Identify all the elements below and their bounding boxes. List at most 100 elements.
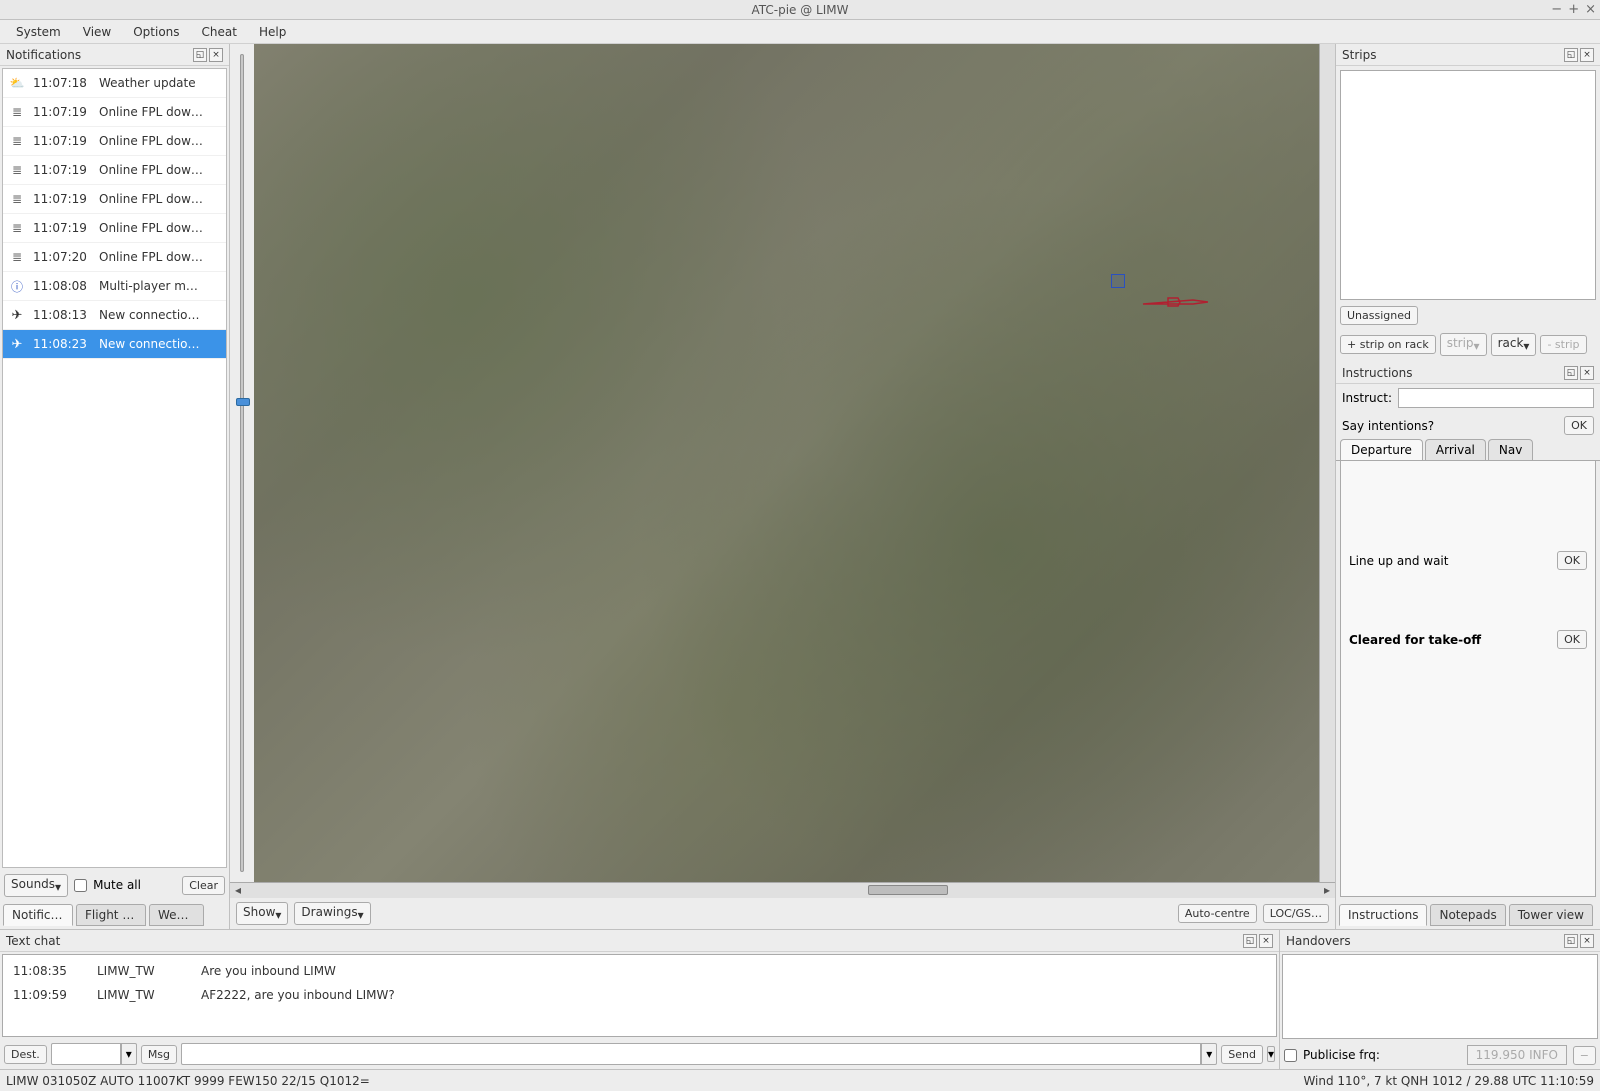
zoom-slider[interactable] [230, 44, 254, 882]
add-strip-button[interactable]: + strip on rack [1340, 335, 1436, 354]
notification-row[interactable]: 11:07:18Weather update [3, 69, 226, 98]
notification-row[interactable]: 11:07:19Online FPL dow… [3, 156, 226, 185]
radar-target-box[interactable] [1111, 274, 1125, 288]
chat-sender: LIMW_TW [97, 988, 177, 1002]
metar-text: LIMW 031050Z AUTO 11007KT 9999 FEW150 22… [6, 1074, 370, 1088]
mute-all-label: Mute all [93, 878, 141, 892]
clear-button[interactable]: Clear [182, 876, 225, 895]
instructions-title: Instructions [1342, 366, 1564, 380]
dest-dropdown-icon[interactable]: ▾ [121, 1043, 137, 1065]
cleared-label: Cleared for take-off [1349, 633, 1481, 647]
instruction-tabs: Departure Arrival Nav [1336, 439, 1600, 461]
rack-button[interactable]: rack▾ [1491, 333, 1537, 356]
panel-close-icon[interactable]: × [209, 48, 223, 62]
menu-options[interactable]: Options [123, 22, 189, 42]
window-titlebar: ATC-pie @ LIMW − + × [0, 0, 1600, 20]
fpl-icon [9, 249, 25, 265]
strips-title: Strips [1342, 48, 1564, 62]
instruct-input[interactable] [1398, 388, 1594, 408]
tab-notepads[interactable]: Notepads [1430, 904, 1505, 926]
menu-system[interactable]: System [6, 22, 71, 42]
info-icon [9, 278, 25, 294]
notification-row[interactable]: 11:07:19Online FPL dow… [3, 127, 226, 156]
cleared-ok-button[interactable]: OK [1557, 630, 1587, 649]
remove-strip-button[interactable]: - strip [1540, 335, 1586, 354]
tab-notifications[interactable]: Notificat… [3, 904, 73, 926]
notification-row[interactable]: 11:08:13New connectio… [3, 301, 226, 330]
panel-popout-icon[interactable]: ◱ [193, 48, 207, 62]
map-scrollbar-horizontal[interactable]: ◂ ▸ [230, 882, 1335, 898]
dest-input[interactable] [51, 1043, 121, 1065]
strip-button[interactable]: strip▾ [1440, 333, 1487, 356]
menu-cheat[interactable]: Cheat [192, 22, 247, 42]
fpl-icon [9, 220, 25, 236]
chat-log[interactable]: 11:08:35LIMW_TWAre you inbound LIMW11:09… [2, 954, 1277, 1037]
publicise-checkbox[interactable] [1284, 1049, 1297, 1062]
mute-all-checkbox[interactable] [74, 879, 87, 892]
msg-dropdown-icon[interactable]: ▾ [1201, 1043, 1217, 1065]
panel-popout-icon[interactable]: ◱ [1564, 934, 1578, 948]
tab-arrival[interactable]: Arrival [1425, 439, 1486, 460]
say-intentions-ok-button[interactable]: OK [1564, 416, 1594, 435]
menu-help[interactable]: Help [249, 22, 296, 42]
chat-sender: LIMW_TW [97, 964, 177, 978]
tab-flightplans[interactable]: Flight p… [76, 904, 146, 926]
notification-row[interactable]: 11:07:19Online FPL dow… [3, 98, 226, 127]
handovers-box[interactable] [1282, 954, 1598, 1039]
panel-close-icon[interactable]: × [1580, 934, 1594, 948]
close-icon[interactable]: × [1585, 2, 1596, 17]
scroll-thumb[interactable] [868, 885, 948, 895]
tab-weather[interactable]: Wea… [149, 904, 204, 926]
notifications-list[interactable]: 11:07:18Weather update11:07:19Online FPL… [2, 68, 227, 868]
map-scrollbar-vertical[interactable] [1319, 44, 1335, 882]
freq-minus-button[interactable]: − [1573, 1046, 1596, 1065]
notification-message: Multi-player m… [99, 279, 220, 293]
send-button[interactable]: Send [1221, 1045, 1263, 1064]
notification-message: Online FPL dow… [99, 221, 220, 235]
notification-time: 11:08:08 [33, 279, 91, 293]
handovers-controls: Publicise frq: 119.950 INFO − [1280, 1041, 1600, 1069]
minimize-icon[interactable]: − [1551, 2, 1562, 17]
menu-bar: System View Options Cheat Help [0, 20, 1600, 44]
lineup-ok-button[interactable]: OK [1557, 551, 1587, 570]
panel-popout-icon[interactable]: ◱ [1564, 366, 1578, 380]
panel-close-icon[interactable]: × [1580, 48, 1594, 62]
tab-towerview[interactable]: Tower view [1509, 904, 1593, 926]
chat-panel: Text chat ◱ × 11:08:35LIMW_TWAre you inb… [0, 930, 1280, 1069]
maximize-icon[interactable]: + [1568, 2, 1579, 17]
menu-view[interactable]: View [73, 22, 121, 42]
show-button[interactable]: Show▾ [236, 902, 288, 925]
tab-nav[interactable]: Nav [1488, 439, 1533, 460]
chat-message: Are you inbound LIMW [201, 964, 1266, 978]
panel-close-icon[interactable]: × [1259, 934, 1273, 948]
notification-row[interactable]: 11:08:23New connectio… [3, 330, 226, 359]
notification-row[interactable]: 11:07:19Online FPL dow… [3, 185, 226, 214]
autocentre-button[interactable]: Auto-centre [1178, 904, 1257, 923]
unassigned-button[interactable]: Unassigned [1340, 306, 1418, 325]
drawings-button[interactable]: Drawings▾ [294, 902, 370, 925]
panel-popout-icon[interactable]: ◱ [1564, 48, 1578, 62]
zoom-thumb[interactable] [236, 398, 250, 406]
sounds-button[interactable]: Sounds▾ [4, 874, 68, 897]
strips-header: Strips ◱ × [1336, 44, 1600, 66]
aircraft-marker[interactable] [1138, 295, 1208, 309]
instructions-panel: Instructions ◱ × Instruct: Say intention… [1336, 362, 1600, 901]
locgs-button[interactable]: LOC/GS… [1263, 904, 1329, 923]
tab-instructions[interactable]: Instructions [1339, 904, 1427, 926]
notification-message: Online FPL dow… [99, 163, 220, 177]
window-controls: − + × [1551, 2, 1596, 17]
tab-departure[interactable]: Departure [1340, 439, 1423, 460]
dest-button[interactable]: Dest. [4, 1045, 47, 1064]
strips-box[interactable] [1340, 70, 1596, 300]
panel-popout-icon[interactable]: ◱ [1243, 934, 1257, 948]
msg-input[interactable] [181, 1043, 1201, 1065]
send-dropdown-icon[interactable]: ▾ [1267, 1046, 1275, 1062]
radar-map[interactable] [254, 44, 1319, 882]
scroll-left-icon[interactable]: ◂ [230, 883, 246, 898]
panel-close-icon[interactable]: × [1580, 366, 1594, 380]
notification-row[interactable]: 11:08:08 Multi-player m… [3, 272, 226, 301]
notification-row[interactable]: 11:07:20Online FPL dow… [3, 243, 226, 272]
msg-button[interactable]: Msg [141, 1045, 177, 1064]
scroll-right-icon[interactable]: ▸ [1319, 883, 1335, 898]
notification-row[interactable]: 11:07:19Online FPL dow… [3, 214, 226, 243]
